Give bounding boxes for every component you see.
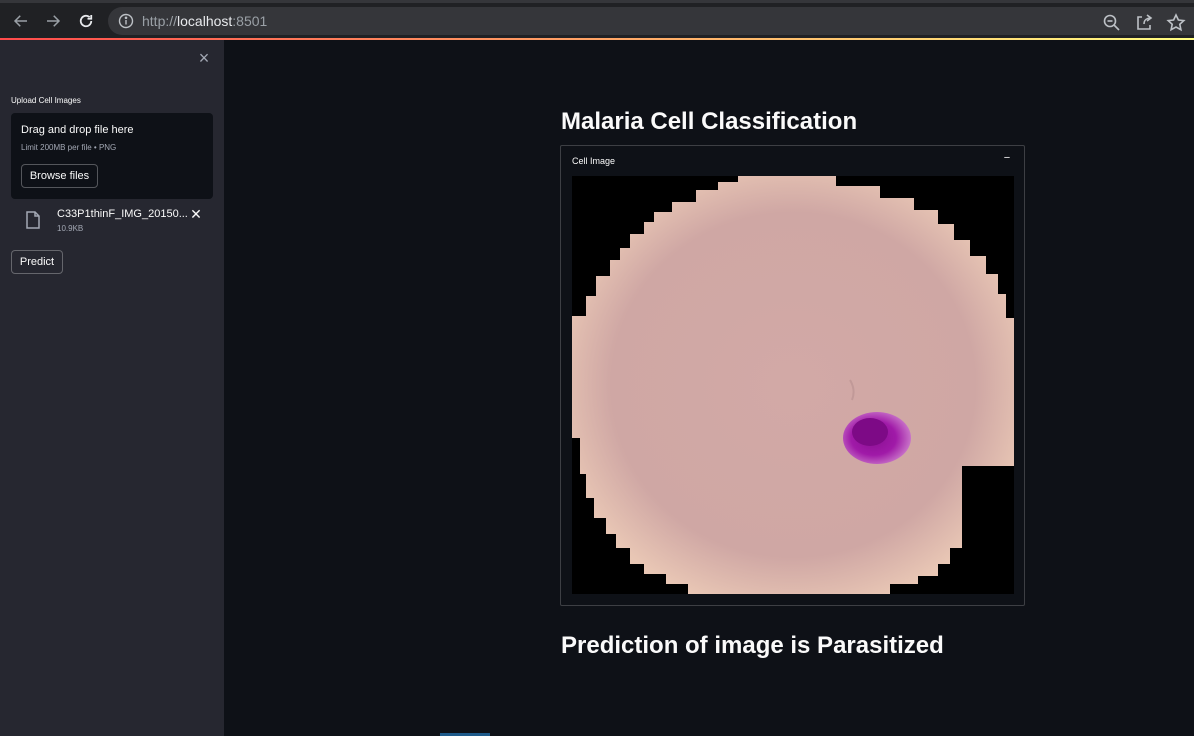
sidebar: × Upload Cell Images Drag and drop file … [0, 40, 224, 736]
share-icon[interactable] [1134, 13, 1154, 33]
collapse-icon[interactable]: − [1001, 152, 1013, 166]
info-icon[interactable] [118, 13, 134, 29]
forward-icon[interactable] [41, 9, 65, 33]
zoom-icon[interactable] [1102, 13, 1122, 33]
predict-button[interactable]: Predict [11, 250, 63, 274]
remove-file-icon[interactable]: ✕ [189, 206, 203, 222]
cell-image-expander: Cell Image − [560, 145, 1025, 606]
file-dropzone[interactable]: Drag and drop file here Limit 200MB per … [11, 113, 213, 199]
uploader-label: Upload Cell Images [11, 96, 81, 105]
main-content: Malaria Cell Classification Cell Image − [224, 40, 1194, 736]
prediction-result: Prediction of image is Parasitized [561, 632, 944, 659]
dropzone-limit: Limit 200MB per file • PNG [21, 143, 117, 152]
browse-files-button[interactable]: Browse files [21, 164, 98, 188]
file-icon [26, 211, 40, 229]
page-title: Malaria Cell Classification [561, 108, 858, 135]
url-host: localhost [177, 13, 233, 29]
url-port: :8501 [232, 13, 268, 29]
cell-image [572, 176, 1014, 594]
reload-icon[interactable] [74, 9, 98, 33]
uploaded-file: C33P1thinF_IMG_20150... 10.9KB ✕ [11, 205, 213, 239]
expander-title[interactable]: Cell Image [572, 156, 615, 166]
bookmark-star-icon[interactable] [1166, 13, 1186, 33]
url-text[interactable]: http://localhost:8501 [142, 13, 267, 29]
address-bar[interactable]: http://localhost:8501 [108, 7, 1194, 35]
file-size: 10.9KB [57, 224, 84, 233]
back-icon[interactable] [9, 9, 33, 33]
url-scheme: http:// [142, 13, 178, 29]
file-name: C33P1thinF_IMG_20150... [57, 208, 188, 220]
dropzone-title: Drag and drop file here [21, 124, 134, 136]
browser-toolbar: http://localhost:8501 [0, 0, 1194, 38]
close-sidebar-icon[interactable]: × [196, 49, 212, 67]
